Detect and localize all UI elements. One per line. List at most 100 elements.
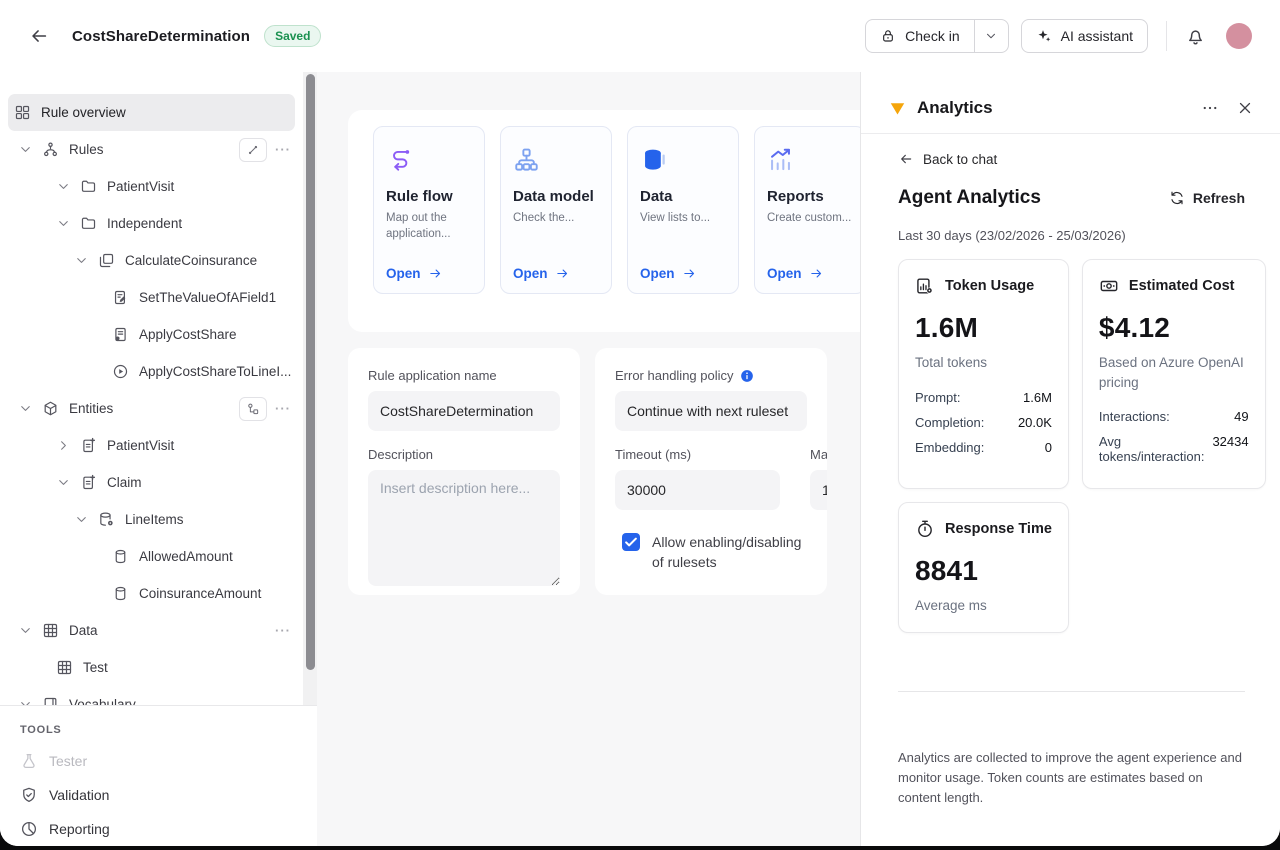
back-arrow-icon[interactable] <box>28 25 50 47</box>
tool-item-label: Reporting <box>49 821 110 837</box>
more-options-button[interactable]: ··· <box>275 623 291 638</box>
metric-title: Token Usage <box>945 278 1034 294</box>
squiggle-icon <box>246 143 260 157</box>
open-link[interactable]: Open <box>640 266 726 281</box>
chevron-down-icon[interactable] <box>74 253 89 268</box>
tree-item-rule-overview[interactable]: Rule overview <box>8 94 295 131</box>
back-to-chat-label: Back to chat <box>923 152 997 167</box>
tree-item-label: SetTheValueOfAField1 <box>139 290 276 305</box>
open-link[interactable]: Open <box>386 266 472 281</box>
tree-item-lineitems[interactable]: LineItems <box>8 501 295 538</box>
sidebar-tools-section: TOOLS TesterValidationReporting <box>0 705 317 846</box>
chevron-down-icon[interactable] <box>18 697 33 705</box>
tree-item-label: Independent <box>107 216 182 231</box>
chevron-down-icon[interactable] <box>74 512 89 527</box>
metric-title: Response Time <box>945 521 1052 537</box>
tree-item-calculatecoinsurance[interactable]: CalculateCoinsurance <box>8 242 295 279</box>
more-options-button[interactable]: ··· <box>275 142 291 157</box>
book-icon <box>42 696 59 705</box>
tree-item-entities[interactable]: Entities··· <box>8 390 295 427</box>
description-textarea[interactable] <box>368 470 560 586</box>
shortcut-card-data[interactable]: DataView lists to...Open <box>627 126 739 294</box>
tree-item-setthevalueofafield1[interactable]: SetTheValueOfAField1 <box>8 279 295 316</box>
analytics-body: Back to chat Agent Analytics Refresh Las… <box>861 134 1280 846</box>
open-link[interactable]: Open <box>513 266 599 281</box>
tree-item-claim[interactable]: Claim <box>8 464 295 501</box>
schema-button[interactable] <box>239 397 267 421</box>
chevron-down-icon[interactable] <box>18 401 33 416</box>
tree-item-vocabulary[interactable]: Vocabulary <box>8 686 295 705</box>
chevron-down-icon[interactable] <box>18 623 33 638</box>
tree-item-patientvisit[interactable]: PatientVisit <box>8 427 295 464</box>
metric-title: Estimated Cost <box>1129 278 1235 294</box>
doc-edit-icon <box>112 289 129 306</box>
tree-item-independent[interactable]: Independent <box>8 205 295 242</box>
shortcut-card-description: Create custom... <box>767 211 853 260</box>
tool-item-reporting[interactable]: Reporting <box>0 812 317 846</box>
refresh-label: Refresh <box>1193 190 1245 206</box>
tree-icon <box>513 146 540 173</box>
tree-item-data[interactable]: Data··· <box>8 612 295 649</box>
refresh-button[interactable]: Refresh <box>1169 190 1245 206</box>
tool-item-validation[interactable]: Validation <box>0 778 317 812</box>
shortcut-card-rule-flow[interactable]: Rule flowMap out the application...Open <box>373 126 485 294</box>
sparkle-icon <box>1036 28 1052 44</box>
squiggle-button[interactable] <box>239 138 267 162</box>
shortcut-card-data-model[interactable]: Data modelCheck the...Open <box>500 126 612 294</box>
shortcut-card-title: Reports <box>767 188 853 205</box>
cylinder-icon <box>112 585 129 602</box>
error-policy-label: Error handling policy <box>615 368 734 383</box>
error-handling-card: Error handling policy Timeout (ms) Ma <box>595 348 827 595</box>
play-icon <box>112 363 129 380</box>
user-avatar[interactable] <box>1226 23 1252 49</box>
tree-item-patientvisit[interactable]: PatientVisit <box>8 168 295 205</box>
doc-dot-icon <box>112 326 129 343</box>
tree-item-test[interactable]: Test <box>8 649 295 686</box>
more-options-icon[interactable] <box>1201 99 1219 117</box>
rule-app-name-input[interactable] <box>368 391 560 431</box>
allow-rulesets-checkbox[interactable] <box>622 533 640 551</box>
metric-row: Avg tokens/interaction:32434 <box>1099 434 1249 464</box>
tool-item-label: Tester <box>49 753 87 769</box>
chevron-down-icon[interactable] <box>18 142 33 157</box>
close-icon[interactable] <box>1236 99 1254 117</box>
notifications-bell-icon[interactable] <box>1185 26 1206 47</box>
chevron-down-icon[interactable] <box>56 179 71 194</box>
box-icon <box>42 400 59 417</box>
cubes-icon <box>98 252 115 269</box>
max-input[interactable] <box>810 470 827 510</box>
tree-item-applycostsharetolinei[interactable]: ApplyCostShareToLineI... <box>8 353 295 390</box>
open-link[interactable]: Open <box>767 266 853 281</box>
trend-icon <box>767 146 794 173</box>
tree-item-label: ApplyCostShareToLineI... <box>139 364 291 379</box>
tree-item-label: Rules <box>69 142 104 157</box>
schema-icon <box>246 402 260 416</box>
error-policy-select[interactable] <box>615 391 807 431</box>
shortcut-card-reports[interactable]: Reports Create custom... Open <box>754 126 860 294</box>
chevron-down-icon[interactable] <box>56 216 71 231</box>
check-in-dropdown-button[interactable] <box>974 20 1008 52</box>
rule-application-card: Rule application name Description <box>348 348 580 595</box>
sidebar-scrollbar-thumb[interactable] <box>306 74 315 670</box>
shortcut-card-title: Data <box>640 188 726 205</box>
stopwatch-icon <box>915 519 935 539</box>
tree-item-applycostshare[interactable]: ApplyCostShare <box>8 316 295 353</box>
tree-item-coinsuranceamount[interactable]: CoinsuranceAmount <box>8 575 295 612</box>
info-icon[interactable] <box>740 369 754 383</box>
arrow-right-icon <box>555 266 570 281</box>
tree-item-label: PatientVisit <box>107 438 174 453</box>
ai-assistant-button[interactable]: AI assistant <box>1021 19 1148 53</box>
metric-subtitle: Average ms <box>915 596 1052 616</box>
chevron-down-icon[interactable] <box>56 475 71 490</box>
table-icon <box>56 659 73 676</box>
metric-value: 8841 <box>915 555 1052 587</box>
check-in-button[interactable]: Check in <box>866 28 973 44</box>
flask-icon <box>20 752 38 770</box>
tree-item-rules[interactable]: Rules ··· <box>8 131 295 168</box>
timeout-input[interactable] <box>615 470 780 510</box>
back-to-chat-link[interactable]: Back to chat <box>898 151 1245 167</box>
more-options-button[interactable]: ··· <box>275 401 291 416</box>
tree-item-allowedamount[interactable]: AllowedAmount <box>8 538 295 575</box>
analytics-divider <box>898 691 1245 692</box>
chevron-right-icon[interactable] <box>56 438 71 453</box>
